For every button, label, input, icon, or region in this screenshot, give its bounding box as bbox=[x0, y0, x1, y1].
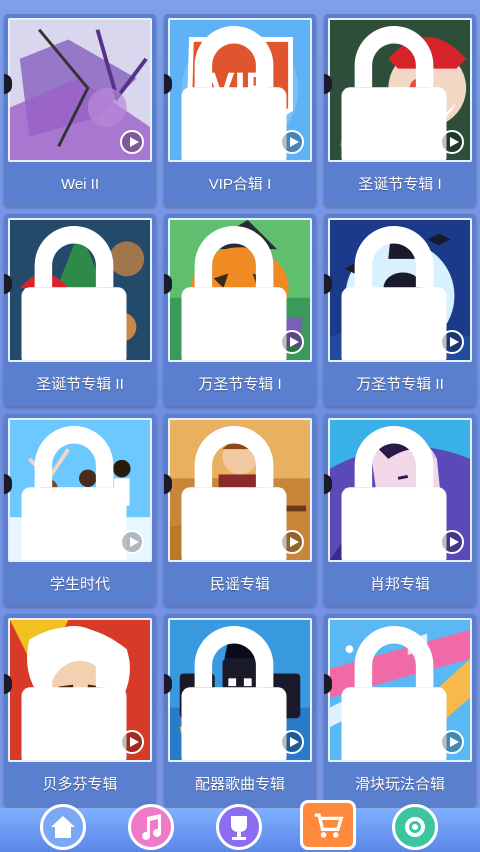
album-card[interactable]: 配器歌曲专辑 bbox=[164, 614, 316, 806]
album-title: 贝多芬专辑 bbox=[42, 776, 118, 793]
album-card[interactable]: Wei II bbox=[4, 14, 156, 206]
play-icon[interactable] bbox=[440, 130, 464, 154]
album-card[interactable]: 学生时代 bbox=[4, 414, 156, 606]
trophy-icon[interactable] bbox=[216, 804, 262, 850]
album-card[interactable]: 贝多芬专辑 bbox=[4, 614, 156, 806]
album-cover: VIP bbox=[168, 18, 312, 162]
album-title: 滑块玩法合辑 bbox=[354, 776, 445, 793]
album-title: Wei II bbox=[60, 176, 100, 193]
play-icon[interactable] bbox=[120, 130, 144, 154]
album-title: 学生时代 bbox=[49, 576, 110, 593]
album-cover bbox=[168, 418, 312, 562]
album-cover bbox=[328, 618, 472, 762]
play-icon[interactable] bbox=[280, 730, 304, 754]
album-card[interactable]: 肖邦专辑 bbox=[324, 414, 476, 606]
album-title: VIP合辑 I bbox=[208, 176, 272, 193]
album-cover bbox=[328, 18, 472, 162]
album-cover bbox=[8, 418, 152, 562]
album-cover bbox=[8, 618, 152, 762]
album-title: 民谣专辑 bbox=[209, 576, 270, 593]
album-cover bbox=[8, 18, 152, 162]
lock-icon bbox=[21, 226, 127, 360]
home-icon[interactable] bbox=[40, 804, 86, 850]
album-title: 配器歌曲专辑 bbox=[194, 776, 285, 793]
album-card[interactable]: VIP VIP合辑 I bbox=[164, 14, 316, 206]
play-icon[interactable] bbox=[440, 330, 464, 354]
album-card[interactable]: 圣诞节专辑 II bbox=[4, 214, 156, 406]
play-icon[interactable] bbox=[440, 730, 464, 754]
album-title: 圣诞节专辑 II bbox=[36, 376, 124, 393]
album-title: 圣诞节专辑 I bbox=[358, 176, 442, 193]
play-icon[interactable] bbox=[280, 130, 304, 154]
album-title: 万圣节专辑 II bbox=[356, 376, 444, 393]
album-cover bbox=[8, 218, 152, 362]
album-cover bbox=[168, 218, 312, 362]
album-card[interactable]: 万圣节专辑 I bbox=[164, 214, 316, 406]
play-icon[interactable] bbox=[280, 330, 304, 354]
play-icon[interactable] bbox=[120, 730, 144, 754]
shop-cart-icon[interactable] bbox=[300, 800, 356, 850]
settings-gear-icon[interactable] bbox=[392, 804, 438, 850]
play-icon[interactable] bbox=[280, 530, 304, 554]
album-cover bbox=[328, 418, 472, 562]
play-icon[interactable] bbox=[440, 530, 464, 554]
album-title: 万圣节专辑 I bbox=[198, 376, 282, 393]
album-card[interactable]: 圣诞节专辑 I bbox=[324, 14, 476, 206]
album-card[interactable]: 民谣专辑 bbox=[164, 414, 316, 606]
play-icon[interactable] bbox=[120, 530, 144, 554]
album-cover bbox=[328, 218, 472, 362]
album-card[interactable]: 滑块玩法合辑 bbox=[324, 614, 476, 806]
music-note-icon[interactable] bbox=[128, 804, 174, 850]
album-title: 肖邦专辑 bbox=[369, 576, 430, 593]
album-cover bbox=[168, 618, 312, 762]
album-card[interactable]: 万圣节专辑 II bbox=[324, 214, 476, 406]
